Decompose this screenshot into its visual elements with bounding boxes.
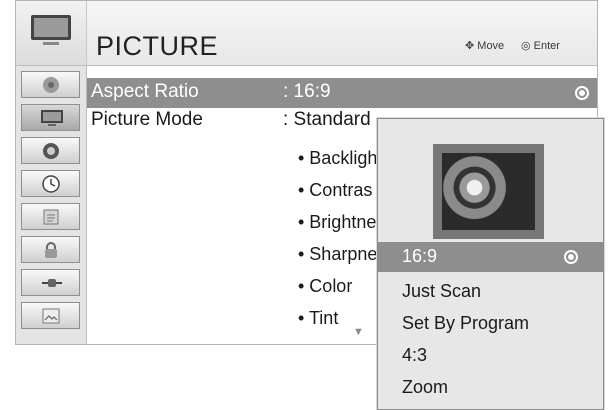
page-title: PICTURE	[96, 31, 219, 61]
aspect-option-label: Set By Program	[402, 313, 530, 333]
aspect-ratio-label: Aspect Ratio	[91, 81, 199, 102]
contrast-item[interactable]: • Contras	[298, 180, 372, 201]
ok-button-icon: ◎	[521, 40, 531, 52]
tv-picture-icon	[41, 110, 63, 126]
picture-mode-value: : Standard	[283, 109, 371, 130]
lock-icon	[45, 242, 57, 258]
radio-selected-icon	[575, 86, 589, 100]
satellite-dish-icon	[43, 77, 59, 93]
aspect-option-label: 4:3	[402, 345, 428, 365]
aspect-ratio-popup: 16:9 Just Scan Set By Program 4:3 Zoom	[377, 118, 604, 410]
tint-item[interactable]: • Tint	[298, 308, 338, 329]
sidebar-item-lock[interactable]	[21, 236, 80, 263]
aspect-preview-thumbnail	[433, 144, 544, 239]
picture-category-icon	[16, 1, 87, 65]
picture-mode-label: Picture Mode	[91, 109, 203, 130]
usb-photo-icon	[42, 308, 60, 324]
aspect-ratio-row[interactable]: Aspect Ratio : 16:9	[87, 78, 597, 108]
sidebar-item-audio[interactable]	[21, 137, 80, 164]
sidebar-item-usb[interactable]	[21, 302, 80, 329]
clock-time-icon	[42, 175, 60, 193]
sidebar-item-time[interactable]	[21, 170, 80, 197]
aspect-option-4-3[interactable]: 4:3	[378, 341, 603, 371]
enter-hint: ◎ Enter	[521, 39, 560, 52]
input-plug-icon	[42, 279, 62, 287]
sidebar-item-input[interactable]	[21, 269, 80, 296]
option-list-icon	[43, 209, 59, 225]
aspect-option-set-by-program[interactable]: Set By Program	[378, 309, 603, 339]
color-item[interactable]: • Color	[298, 276, 352, 297]
preview-image	[442, 153, 535, 230]
move-label: Move	[477, 40, 505, 52]
aspect-option-label: Just Scan	[402, 281, 482, 301]
aspect-option-label: Zoom	[402, 377, 449, 397]
brightness-item[interactable]: • Brightne	[298, 212, 376, 233]
dpad-icon: ✥	[465, 40, 475, 52]
radio-selected-icon	[564, 250, 578, 264]
backlight-item[interactable]: • Backligh	[298, 148, 377, 169]
speaker-audio-icon	[43, 143, 59, 159]
sidebar-item-picture[interactable]	[21, 104, 80, 131]
sharpness-item[interactable]: • Sharpne	[298, 244, 377, 265]
aspect-option-16-9[interactable]: 16:9	[378, 242, 603, 272]
scroll-down-icon[interactable]: ▼	[353, 326, 364, 338]
move-hint: ✥ Move	[465, 39, 504, 52]
category-sidebar	[16, 66, 87, 344]
menu-header: PICTURE ✥ Move ◎ Enter	[16, 1, 597, 66]
aspect-ratio-value: : 16:9	[283, 81, 331, 102]
enter-label: Enter	[533, 40, 560, 52]
aspect-option-zoom[interactable]: Zoom	[378, 373, 603, 403]
aspect-option-just-scan[interactable]: Just Scan	[378, 277, 603, 307]
sidebar-item-option[interactable]	[21, 203, 80, 230]
aspect-option-label: 16:9	[402, 246, 438, 266]
sidebar-item-channel[interactable]	[21, 71, 80, 98]
